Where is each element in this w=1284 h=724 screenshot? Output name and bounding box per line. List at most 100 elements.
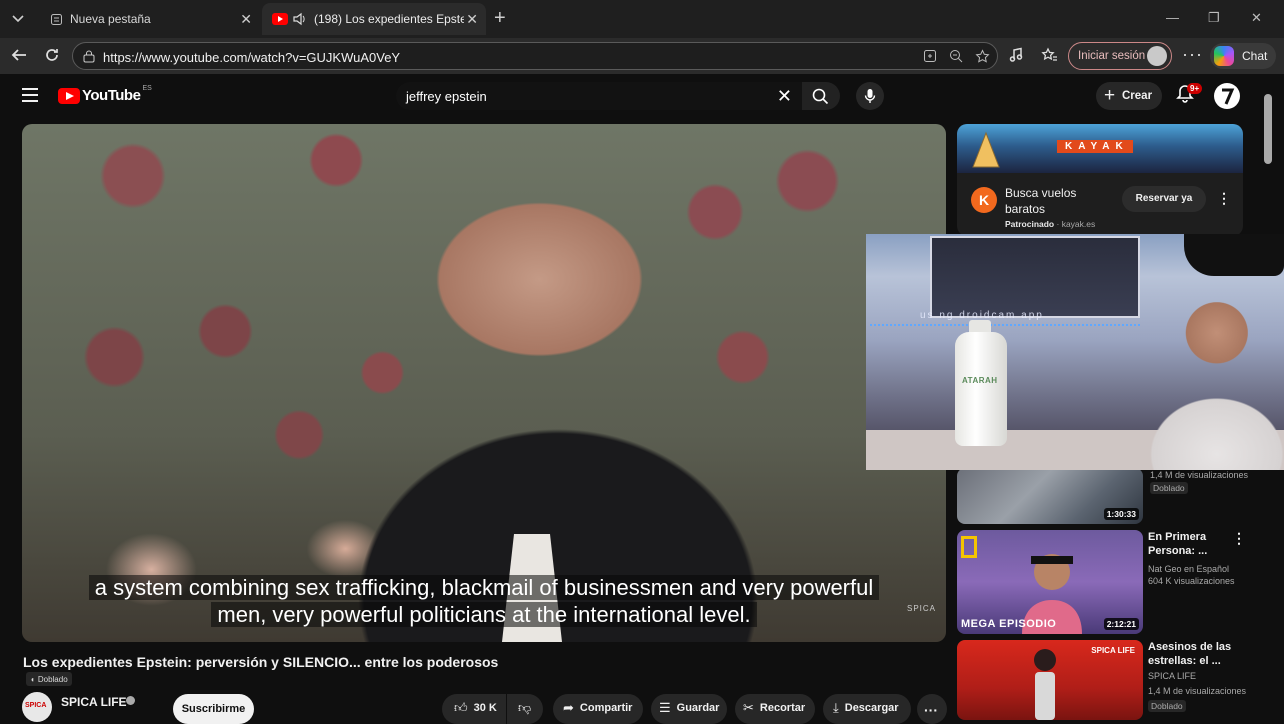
- sign-in-label: Iniciar sesión: [1078, 50, 1146, 62]
- create-label: Crear: [1122, 90, 1153, 102]
- logo-text: YouTube: [82, 87, 141, 104]
- back-arrow-icon[interactable]: [10, 47, 28, 68]
- share-icon: ➦: [563, 700, 574, 715]
- person-illustration: [1034, 649, 1056, 720]
- tab-new-tab[interactable]: Nueva pestaña ✕: [38, 3, 260, 35]
- page-icon: [48, 11, 64, 27]
- favorite-star-icon[interactable]: [975, 49, 990, 69]
- voice-search-button[interactable]: [856, 82, 884, 110]
- save-playlist-icon: ☰: [659, 700, 671, 715]
- thumbs-down-icon: 👎︎: [518, 700, 532, 715]
- minimize-icon[interactable]: —: [1166, 10, 1179, 25]
- room-window: [930, 236, 1140, 318]
- more-horizontal-icon: ···: [924, 702, 938, 718]
- recommendation-title[interactable]: En Primera Persona: ...: [1148, 530, 1232, 558]
- app-available-icon[interactable]: [923, 49, 937, 68]
- ad-title: Busca vuelos baratos: [1005, 186, 1077, 216]
- menu-hamburger-icon[interactable]: [22, 88, 38, 102]
- media-control-icon[interactable]: [1008, 47, 1024, 68]
- ad-domain: kayak.es: [1061, 219, 1096, 229]
- share-label: Compartir: [579, 702, 633, 714]
- plus-icon: +: [1104, 85, 1116, 106]
- channel-name[interactable]: SPICA LIFE: [61, 695, 127, 709]
- tab-title: (198) Los expedientes Epstein: [314, 12, 464, 26]
- like-count: 30 K: [473, 702, 497, 714]
- bottle-label: ATARAH: [962, 376, 998, 385]
- recommendation-thumbnail[interactable]: MEGA EPISODIO 2:12:21: [957, 530, 1143, 634]
- clear-search-icon[interactable]: ✕: [777, 86, 792, 107]
- natgeo-logo-icon: [961, 536, 977, 558]
- close-tab-icon[interactable]: ✕: [240, 11, 252, 28]
- more-options-icon[interactable]: ···: [1182, 44, 1203, 65]
- dubbed-badge: Doblado: [1148, 700, 1186, 712]
- copilot-icon: [1214, 46, 1234, 66]
- country-code: ES: [142, 85, 152, 92]
- recommendation-views: 604 K visualizaciones: [1148, 576, 1235, 586]
- save-label: Guardar: [676, 702, 720, 714]
- user-avatar[interactable]: [1214, 83, 1240, 109]
- close-window-icon[interactable]: ✕: [1251, 10, 1262, 26]
- close-tab-icon[interactable]: ✕: [466, 11, 478, 28]
- video-player[interactable]: a system combining sex trafficking, blac…: [22, 124, 946, 642]
- channel-avatar[interactable]: SPICA: [22, 692, 52, 722]
- video-title: Los expedientes Epstein: perversión y SI…: [23, 654, 499, 670]
- dubbed-icon: ◖: [30, 674, 35, 684]
- bottle: [955, 332, 1007, 446]
- dubbed-label: Doblado: [37, 674, 68, 684]
- caption-line: men, very powerful politicians at the in…: [211, 602, 757, 627]
- notification-badge: 9+: [1187, 83, 1203, 94]
- tab-list-chevron-icon[interactable]: [10, 10, 26, 31]
- sign-in-button[interactable]: Iniciar sesión: [1068, 42, 1172, 70]
- recommendation-more-icon[interactable]: ⋮: [1232, 530, 1246, 547]
- sponsored-ad-card[interactable]: KAYAK K Busca vuelos baratos Patrocinado…: [957, 124, 1243, 236]
- copilot-chat-button[interactable]: Chat: [1210, 43, 1276, 69]
- subscribe-label: Suscribirme: [181, 703, 246, 715]
- url-text: https://www.youtube.com/watch?v=GUJKWuA0…: [103, 50, 401, 65]
- thumbnail-caption: SPICA LIFE: [1091, 646, 1135, 655]
- recommendation-title[interactable]: Asesinos de las estrellas: el ...: [1148, 640, 1248, 668]
- search-icon: [812, 88, 829, 105]
- search-input[interactable]: jeffrey epstein ✕: [396, 82, 802, 110]
- speaker-icon[interactable]: [292, 11, 308, 27]
- verified-icon: [126, 696, 135, 705]
- recommendation-thumbnail[interactable]: SPICA LIFE: [957, 640, 1143, 720]
- dubbed-badge: ◖ Doblado: [26, 672, 72, 686]
- tab-youtube-video[interactable]: (198) Los expedientes Epstein ✕: [262, 3, 486, 35]
- youtube-play-icon: [58, 87, 80, 104]
- dubbed-badge: Doblado: [1150, 482, 1188, 494]
- streamer: [1116, 274, 1284, 470]
- advertiser-logo: K: [971, 187, 997, 213]
- video-duration: 1:30:33: [1103, 508, 1139, 520]
- recommendation-views: 1,4 M de visualizaciones: [1150, 470, 1249, 480]
- mountain-icon: [972, 131, 1000, 168]
- page-scrollbar[interactable]: [1264, 86, 1272, 706]
- site-info-icon[interactable]: [82, 49, 96, 68]
- youtube-logo[interactable]: YouTube ES: [58, 85, 152, 104]
- ad-more-icon[interactable]: ⋮: [1217, 190, 1231, 207]
- address-bar[interactable]: https://www.youtube.com/watch?v=GUJKWuA0…: [72, 42, 998, 70]
- youtube-favicon-icon: [272, 11, 288, 27]
- zoom-icon[interactable]: [949, 49, 963, 68]
- webcam-overlay: us ng droidcam app ATARAH: [866, 234, 1284, 470]
- channel-watermark: SPICA: [907, 604, 937, 613]
- recommendation-channel: Nat Geo en Español: [1148, 564, 1230, 574]
- clip-label: Recortar: [759, 702, 806, 714]
- create-button[interactable]: + Crear: [1096, 82, 1162, 110]
- search-query: jeffrey epstein: [406, 89, 487, 104]
- scissors-icon: ✂: [743, 700, 754, 715]
- new-tab-plus-icon[interactable]: +: [494, 8, 506, 28]
- microphone-icon: [864, 89, 876, 103]
- video-duration: 2:12:21: [1103, 618, 1139, 630]
- restore-icon[interactable]: ❐: [1208, 10, 1220, 26]
- ad-cta-button[interactable]: Reservar ya: [1122, 186, 1206, 212]
- scrollbar-thumb[interactable]: [1264, 94, 1272, 164]
- recommendation-thumbnail[interactable]: 1:30:33: [957, 468, 1143, 524]
- chat-label: Chat: [1242, 49, 1268, 63]
- video-captions: a system combining sex trafficking, blac…: [62, 574, 906, 628]
- ad-banner-image: KAYAK: [957, 124, 1243, 173]
- favorites-icon[interactable]: [1041, 47, 1058, 68]
- download-label: Descargar: [844, 702, 899, 714]
- search-button[interactable]: [802, 82, 840, 110]
- recommendation-views: 1,4 M de visualizaciones: [1148, 686, 1247, 696]
- reload-icon[interactable]: [44, 47, 60, 68]
